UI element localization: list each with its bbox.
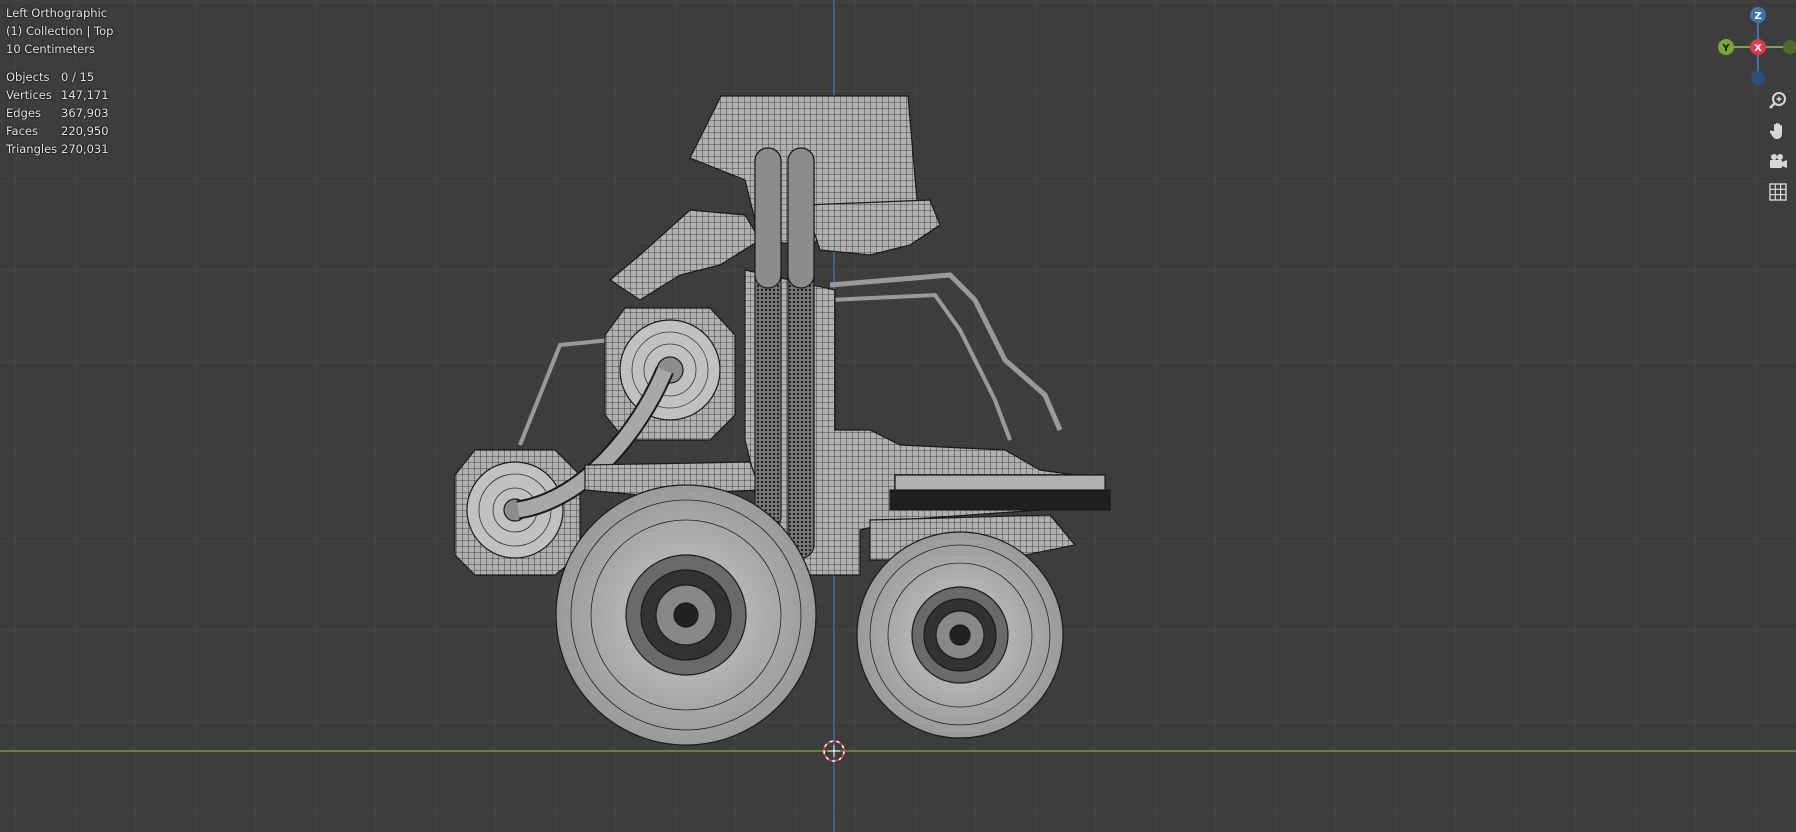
gizmo-y-label: Y [1721, 43, 1730, 54]
gizmo-z-negative[interactable] [1751, 71, 1765, 85]
gun-barrel [889, 489, 1111, 511]
stat-value: 270,031 [61, 142, 109, 156]
stat-value: 0 / 15 [61, 70, 95, 84]
stat-label: Faces [6, 124, 38, 138]
stats-row: Triangles 270,031 [6, 140, 109, 158]
stat-value: 220,950 [61, 124, 109, 138]
stat-value: 147,171 [61, 88, 109, 102]
camera-icon[interactable] [1766, 150, 1790, 174]
stats-row: Edges 367,903 [6, 104, 109, 122]
pan-hand-icon[interactable] [1766, 119, 1790, 143]
gun-mount [894, 474, 1106, 491]
front-wheel [856, 531, 1064, 739]
stats-row: Objects 0 / 15 [6, 68, 109, 86]
collection-line: (1) Collection | Top [6, 24, 114, 38]
grid-scale: 10 Centimeters [6, 42, 95, 56]
gizmo-z-label: Z [1754, 11, 1761, 22]
stat-label: Vertices [6, 88, 52, 102]
viewport-overlay-info: Left Orthographic (1) Collection | Top 1… [6, 4, 113, 158]
stat-label: Objects [6, 70, 50, 84]
view-name: Left Orthographic [6, 6, 108, 20]
stats-row: Vertices 147,171 [6, 86, 109, 104]
stats-row: Faces 220,950 [6, 122, 109, 140]
stats-table: Objects 0 / 15 Vertices 147,171 Edges 367,9… [6, 68, 109, 158]
stat-value: 367,903 [61, 106, 109, 120]
3d-viewport[interactable]: Z Y X [0, 0, 1796, 832]
rear-wheel [555, 484, 817, 746]
gizmo-x-label: X [1754, 43, 1762, 54]
stat-label: Edges [6, 106, 41, 120]
zoom-icon[interactable] [1766, 89, 1790, 113]
grid-icon[interactable] [1766, 180, 1790, 204]
stat-label: Triangles [6, 142, 58, 156]
